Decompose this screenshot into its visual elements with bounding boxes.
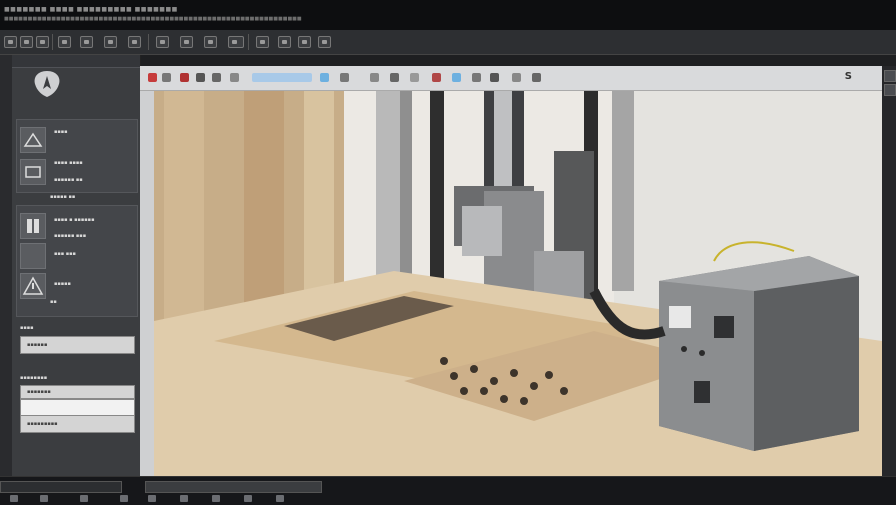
drill-tool-icon[interactable]: [20, 159, 46, 185]
redo-icon[interactable]: [80, 36, 93, 48]
right-tool-strip: [882, 66, 896, 476]
window-title-bar: ■■■■■■■ ■■■■ ■■■■■■■■■ ■■■■■■■ ■■■■■■■■■…: [0, 0, 896, 30]
operation-label: ▪▪▪▪ ▪ ▪▪▪▪▪▪: [54, 217, 95, 223]
orbit-icon[interactable]: [230, 73, 239, 82]
scale-icon[interactable]: [228, 36, 244, 48]
stop-icon[interactable]: [180, 73, 189, 82]
view-iso-icon[interactable]: [298, 36, 311, 48]
rotate-icon[interactable]: [204, 36, 217, 48]
viewport-ruler: [140, 91, 154, 476]
simulate-icon[interactable]: [318, 36, 331, 48]
view-icon[interactable]: [162, 73, 171, 82]
window-title: ■■■■■■■ ■■■■ ■■■■■■■■■ ■■■■■■■: [4, 6, 178, 13]
alert-icon[interactable]: [432, 73, 441, 82]
status-icon: [40, 495, 48, 502]
window-subtitle: ■■■■■■■■■■■■■■■■■■■■■■■■■■■■■■■■■■■■■■■■…: [4, 16, 302, 22]
panel-side-strip: [0, 55, 12, 495]
status-icon: [120, 495, 128, 502]
tool-panel: ▪▪▪▪ ▪▪▪▪ ▪▪▪▪ ▪▪▪▪▪▪ ▪▪ ▪▪▪▪▪ ▪▪ ▪▪▪▪ ▪…: [0, 55, 141, 495]
cnc-machine-scene: [154, 91, 882, 476]
status-bar: [0, 476, 896, 505]
field-value: ▪▪▪▪▪▪▪▪▪: [27, 421, 58, 427]
more-icon[interactable]: [532, 73, 541, 82]
operation-label: ▪▪▪▪▪▪ ▪▪▪: [54, 233, 87, 239]
help-icon[interactable]: [512, 73, 521, 82]
status-tab[interactable]: [0, 481, 122, 493]
collapse-icon[interactable]: [884, 70, 896, 82]
3d-viewport[interactable]: S: [140, 66, 882, 476]
status-icon: [148, 495, 156, 502]
grid-icon[interactable]: [370, 73, 379, 82]
tool-label: ▪▪▪▪ ▪▪▪▪: [54, 160, 83, 166]
status-icon: [180, 495, 188, 502]
operation-label: ▪▪▪▪▪: [54, 281, 71, 287]
view-front-icon[interactable]: [278, 36, 291, 48]
info-icon[interactable]: [452, 73, 461, 82]
field-value: ▪▪▪▪▪▪▪: [27, 389, 51, 395]
progress-indicator: [252, 73, 312, 82]
settings-icon[interactable]: [472, 73, 481, 82]
toolbar-divider: [148, 34, 149, 50]
parameter-field[interactable]: ▪▪▪▪▪▪▪▪▪: [20, 415, 135, 433]
pocket-op-icon[interactable]: [20, 213, 46, 239]
main-toolbar: [0, 30, 896, 55]
status-icon: [80, 495, 88, 502]
status-icon: [276, 495, 284, 502]
parameter-field[interactable]: ▪▪▪▪▪▪: [20, 336, 135, 354]
viewport-label: S: [844, 71, 852, 82]
expand-icon[interactable]: [884, 84, 896, 96]
status-icon: [212, 495, 220, 502]
toolbar-divider: [52, 34, 53, 50]
layer-icon[interactable]: [320, 73, 329, 82]
record-icon[interactable]: [148, 73, 157, 82]
operation-label: ▪▪▪ ▪▪▪: [54, 251, 76, 257]
zoom-icon[interactable]: [212, 73, 221, 82]
parameter-field[interactable]: ▪▪▪▪▪▪▪: [20, 385, 135, 399]
pan-icon[interactable]: [196, 73, 205, 82]
warning-op-icon[interactable]: [20, 273, 46, 299]
operation-label: ▪▪: [50, 299, 57, 305]
open-file-icon[interactable]: [20, 36, 33, 48]
field-group-label: ▪▪▪▪▪▪▪▪: [20, 375, 48, 381]
field-group-label: ▪▪▪▪: [20, 325, 34, 331]
cut-icon[interactable]: [104, 36, 117, 48]
toolbar-divider: [248, 34, 249, 50]
new-file-icon[interactable]: [4, 36, 17, 48]
status-icon: [244, 495, 252, 502]
chamfer-op-icon[interactable]: [20, 243, 46, 269]
undo-icon[interactable]: [58, 36, 71, 48]
tool-label: ▪▪▪▪▪▪ ▪▪: [54, 177, 83, 183]
tool-label: ▪▪▪▪: [54, 129, 68, 135]
save-file-icon[interactable]: [36, 36, 49, 48]
lock-icon[interactable]: [410, 73, 419, 82]
status-tab[interactable]: [145, 481, 322, 493]
select-icon[interactable]: [156, 36, 169, 48]
snap-icon[interactable]: [390, 73, 399, 82]
field-value: ▪▪▪▪▪▪: [27, 342, 48, 348]
app-logo-icon: [34, 71, 60, 97]
panel-header: [12, 55, 140, 68]
viewport-toolbar: S: [140, 66, 882, 91]
view-top-icon[interactable]: [256, 36, 269, 48]
export-icon[interactable]: [490, 73, 499, 82]
copy-icon[interactable]: [128, 36, 141, 48]
measure-icon[interactable]: [340, 73, 349, 82]
router-tool-icon[interactable]: [20, 127, 46, 153]
move-icon[interactable]: [180, 36, 193, 48]
status-icon: [10, 495, 18, 502]
section-label: ▪▪▪▪▪ ▪▪: [50, 194, 76, 200]
